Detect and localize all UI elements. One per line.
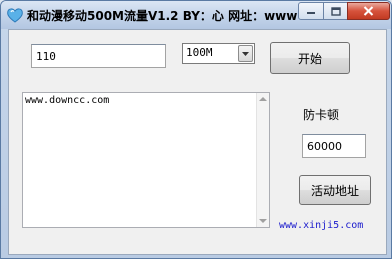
size-select[interactable]: 100M	[182, 43, 255, 64]
minimize-icon	[307, 12, 315, 14]
dropdown-button[interactable]	[238, 45, 253, 62]
close-button[interactable]	[347, 2, 390, 20]
chevron-down-icon	[242, 51, 249, 56]
anti-lag-input-value: 60000	[307, 139, 342, 153]
footer-link[interactable]: www.xinji5.com	[279, 220, 363, 231]
maximize-button[interactable]	[323, 2, 348, 20]
scroll-up-icon[interactable]	[259, 97, 267, 101]
heart-icon	[7, 8, 23, 23]
size-select-value: 100M	[186, 46, 213, 59]
url-memo-text: www.downcc.com	[25, 95, 110, 106]
app-window: 和动漫移动500M流量V1.2 BY：心 网址：www.xinji5.com 1…	[0, 0, 392, 259]
title-bar[interactable]: 和动漫移动500M流量V1.2 BY：心 网址：www.xinji5.com	[1, 1, 391, 29]
count-input[interactable]: 110	[31, 44, 166, 68]
minimize-button[interactable]	[298, 2, 324, 20]
activate-address-button-label: 活动地址	[310, 183, 359, 198]
close-icon	[363, 6, 374, 16]
start-button-label: 开始	[297, 51, 322, 66]
anti-lag-label: 防卡顿	[303, 108, 340, 122]
window-title: 和动漫移动500M流量V1.2 BY：心 网址：www.xinji5.com	[27, 9, 297, 23]
scroll-down-icon[interactable]	[259, 219, 267, 223]
start-button[interactable]: 开始	[270, 42, 350, 74]
maximize-icon	[330, 6, 341, 16]
anti-lag-input[interactable]: 60000	[302, 134, 366, 158]
vertical-scrollbar[interactable]	[256, 93, 269, 227]
url-memo[interactable]: www.downcc.com	[22, 92, 270, 228]
client-area: 110 100M 开始 www.downcc.com 防卡顿 60000 活动地…	[8, 29, 387, 255]
count-input-value: 110	[36, 49, 56, 63]
activate-address-button[interactable]: 活动地址	[299, 175, 371, 205]
